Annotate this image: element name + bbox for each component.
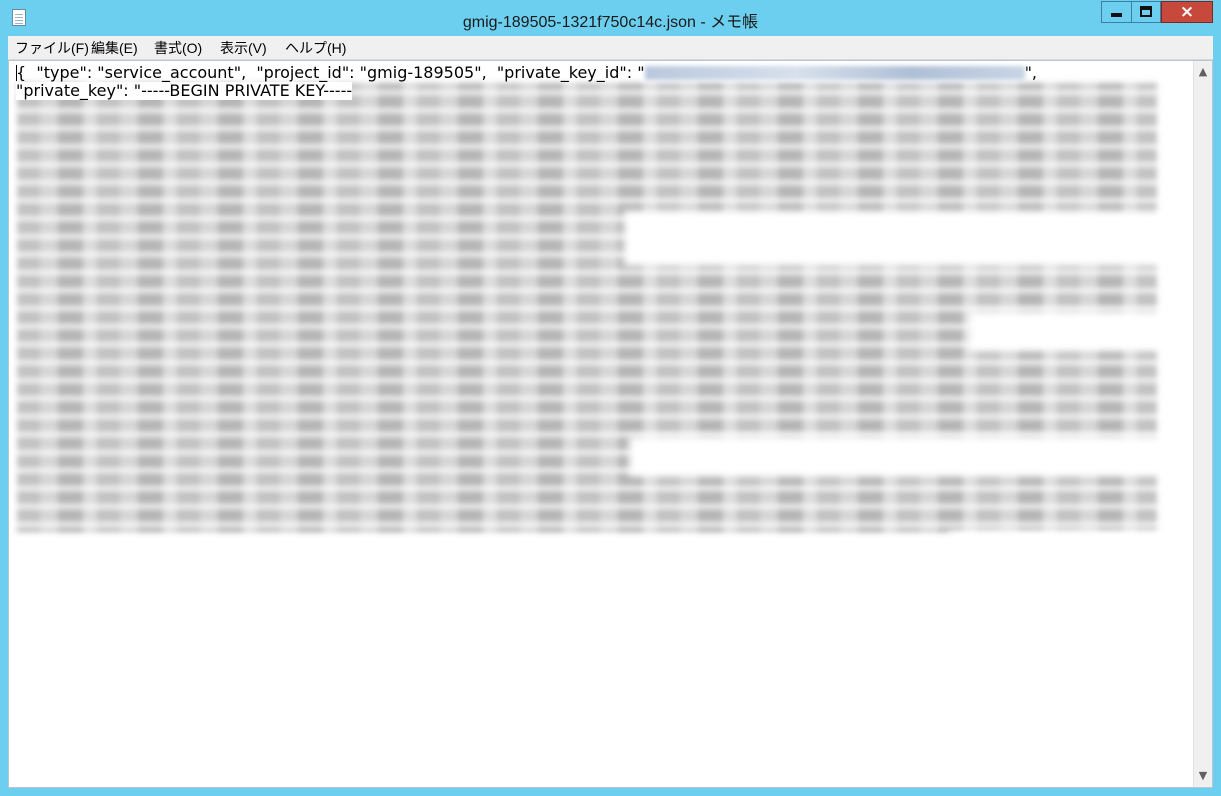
text-area[interactable]: { "type": "service_account", "project_id… [9,61,1193,787]
menu-file[interactable]: ファイル(F) [12,38,92,58]
menu-edit[interactable]: 編集(E) [88,38,141,58]
menu-view[interactable]: 表示(V) [217,38,270,58]
maximize-icon [1140,6,1152,17]
blur-mask [629,436,1169,476]
minimize-button[interactable] [1101,1,1131,23]
window-title: gmig-189505-1321f750c14c.json - メモ帳 [462,14,759,31]
blur-mask [969,311,1179,351]
scroll-down-icon[interactable]: ▼ [1194,767,1212,785]
close-icon: × [1179,2,1195,22]
menu-bar: ファイル(F) 編集(E) 書式(O) 表示(V) ヘルプ(H) [8,36,1213,60]
text-line-2: "private_key": "-----BEGIN PRIVATE KEY--… [16,81,353,100]
redacted-private-key-id [644,66,1025,80]
scroll-up-icon[interactable]: ▲ [1194,63,1212,81]
menu-help[interactable]: ヘルプ(H) [282,38,349,58]
text-line-1: { "type": "service_account", "project_id… [16,63,1038,82]
title-bar[interactable]: gmig-189505-1321f750c14c.json - メモ帳 × [0,0,1221,36]
text-editor[interactable]: { "type": "service_account", "project_id… [8,60,1213,788]
maximize-button[interactable] [1131,1,1161,23]
blur-mask [624,211,1184,266]
menu-format[interactable]: 書式(O) [151,38,205,58]
text-caret [16,65,17,81]
close-button[interactable]: × [1161,1,1213,23]
blur-mask [9,537,1193,787]
minimize-icon [1111,13,1122,17]
vertical-scrollbar[interactable]: ▲ ▼ [1193,61,1212,787]
notepad-window: gmig-189505-1321f750c14c.json - メモ帳 × ファ… [0,0,1221,796]
